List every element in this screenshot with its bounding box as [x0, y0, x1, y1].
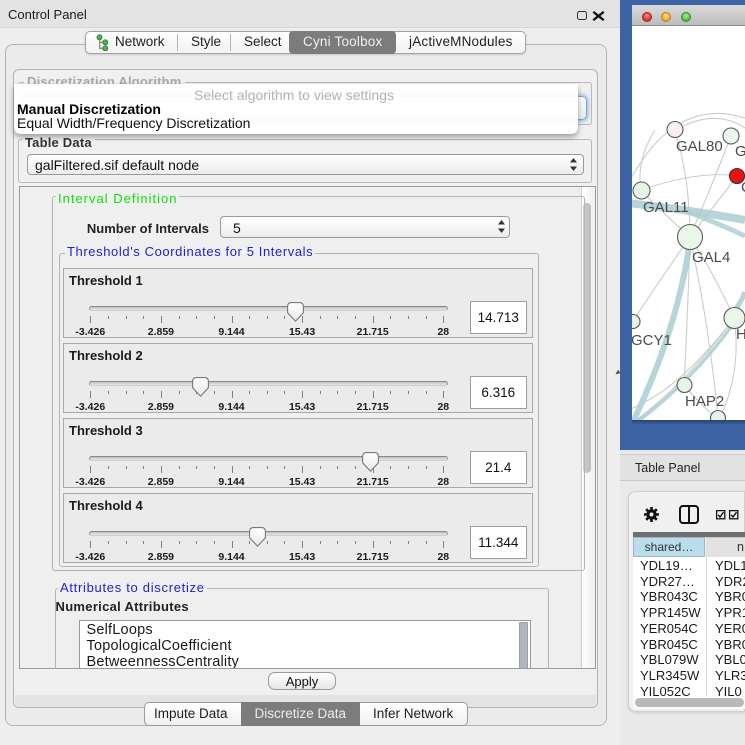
svg-text:HI: HI [736, 326, 745, 343]
svg-text:GAL80: GAL80 [676, 138, 723, 155]
svg-text:GA: GA [735, 143, 745, 160]
svg-text:C: C [741, 179, 745, 196]
svg-text:GCY1: GCY1 [632, 332, 672, 349]
svg-text:GAL4: GAL4 [692, 249, 730, 266]
svg-text:HAP2: HAP2 [685, 393, 724, 410]
svg-text:GAL11: GAL11 [643, 199, 689, 216]
